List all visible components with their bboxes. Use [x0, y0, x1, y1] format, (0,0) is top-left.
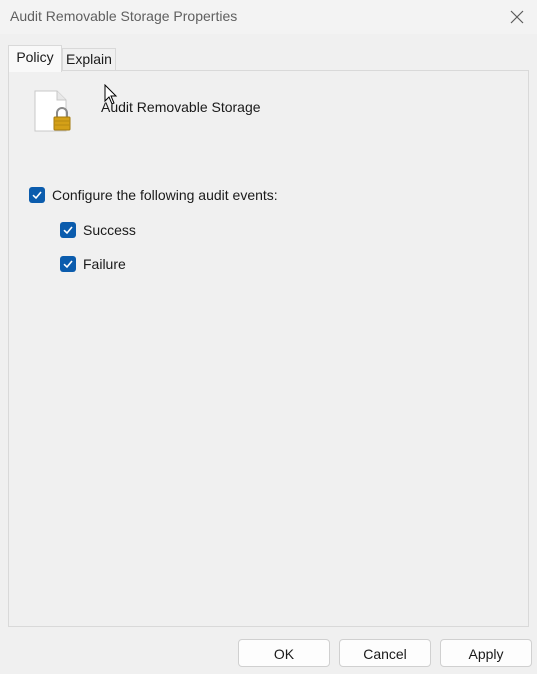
title-bar: Audit Removable Storage Properties	[0, 0, 537, 34]
failure-checkbox[interactable]	[60, 256, 76, 272]
close-button[interactable]	[497, 0, 537, 34]
apply-button[interactable]: Apply	[440, 639, 532, 667]
tab-policy-label: Policy	[16, 49, 54, 65]
policy-name: Audit Removable Storage	[101, 99, 261, 115]
tab-policy[interactable]: Policy	[8, 45, 62, 72]
cancel-button[interactable]: Cancel	[339, 639, 431, 667]
checkmark-icon	[32, 191, 42, 200]
success-checkbox[interactable]	[60, 222, 76, 238]
close-icon	[510, 10, 524, 24]
ok-button[interactable]: OK	[238, 639, 330, 667]
document-lock-icon	[34, 90, 71, 132]
success-row[interactable]: Success	[60, 222, 136, 238]
policy-panel: Audit Removable Storage Configure the fo…	[8, 70, 529, 627]
configure-audit-checkbox[interactable]	[29, 187, 45, 203]
tab-explain[interactable]: Explain	[62, 48, 116, 72]
configure-audit-label: Configure the following audit events:	[52, 187, 278, 203]
failure-label: Failure	[83, 256, 126, 272]
configure-audit-row[interactable]: Configure the following audit events:	[29, 187, 278, 203]
tab-explain-label: Explain	[66, 51, 112, 67]
checkmark-icon	[63, 260, 73, 269]
mouse-cursor-icon	[104, 84, 118, 105]
checkmark-icon	[63, 226, 73, 235]
window-title: Audit Removable Storage Properties	[10, 8, 238, 24]
failure-row[interactable]: Failure	[60, 256, 126, 272]
success-label: Success	[83, 222, 136, 238]
